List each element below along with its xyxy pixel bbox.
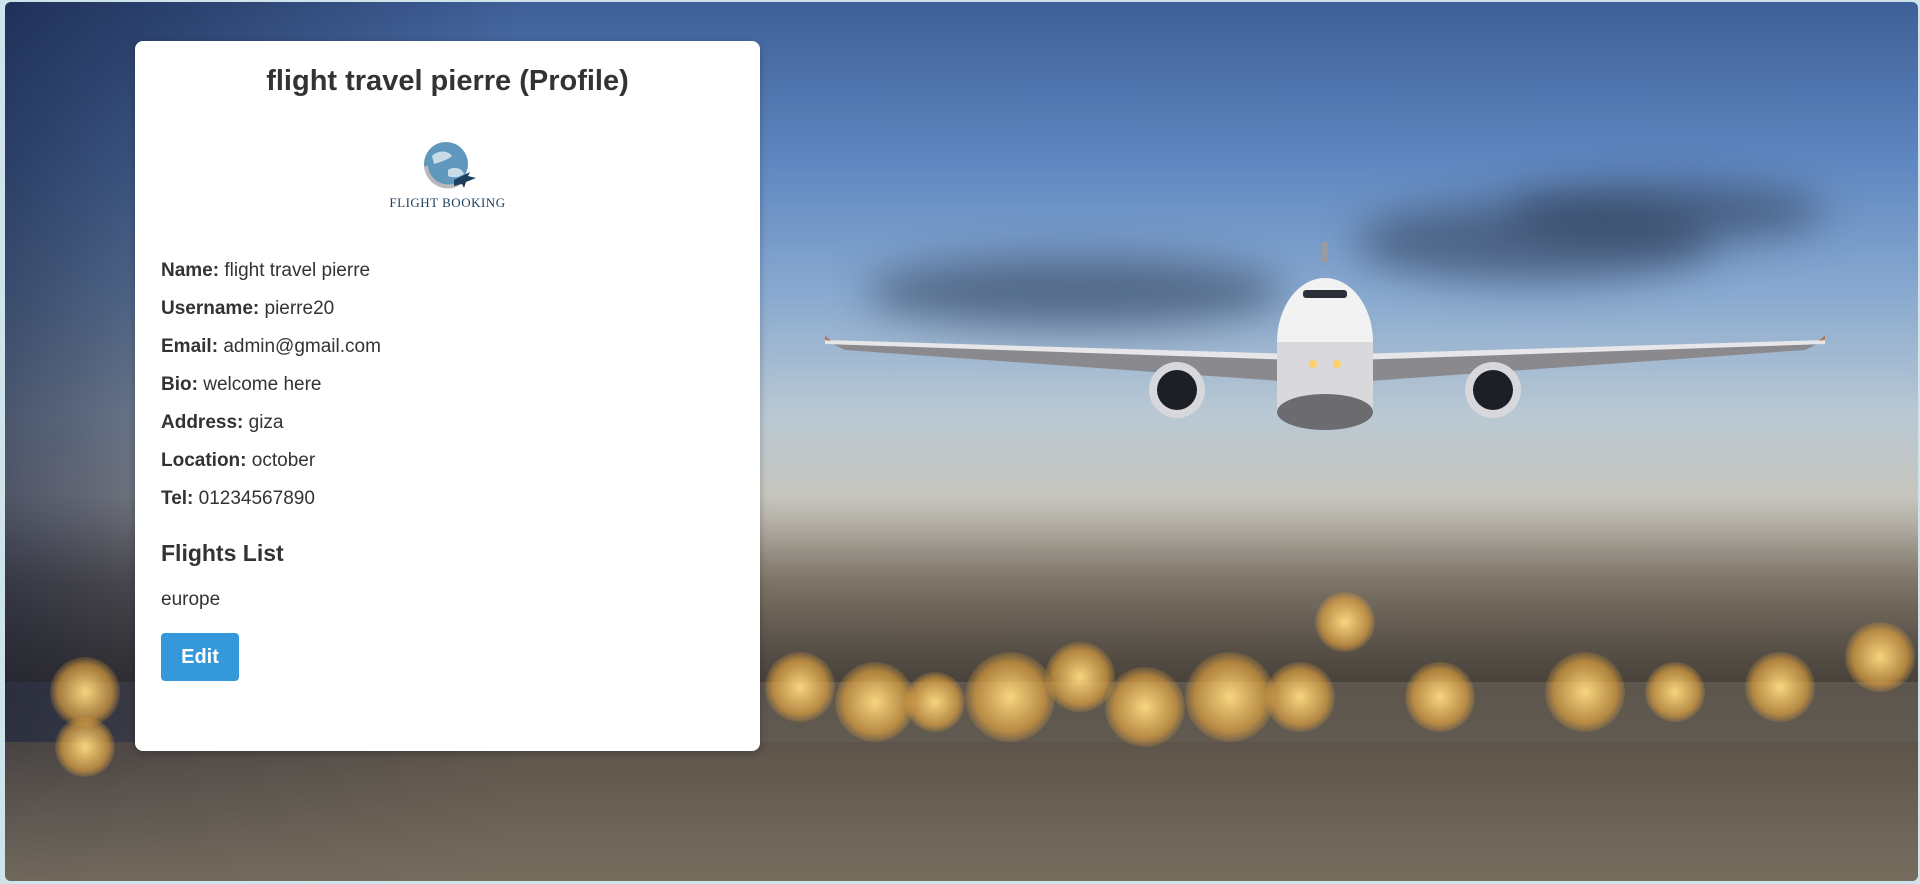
flight-booking-logo: FLIGHT BOOKING [161, 136, 734, 222]
info-row-address: Address: giza [161, 412, 734, 450]
field-value: flight travel pierre [224, 260, 371, 281]
edit-button[interactable]: Edit [161, 633, 239, 681]
bokeh-light [1745, 652, 1815, 722]
bokeh-light [1315, 592, 1375, 652]
field-value: admin@gmail.com [223, 336, 381, 357]
page-title: flight travel pierre (Profile) [266, 65, 629, 97]
field-value: welcome here [203, 374, 322, 395]
bokeh-light [55, 717, 115, 777]
water-reflection [5, 742, 1918, 881]
logo-text: FLIGHT BOOKING [389, 195, 506, 210]
field-label: Name: [161, 260, 220, 281]
bokeh-light [1265, 662, 1335, 732]
bokeh-light [1645, 662, 1705, 722]
profile-card: flight travel pierre (Profile) FLIGHT BO… [135, 41, 760, 751]
info-row-email: Email: admin@gmail.com [161, 336, 734, 374]
field-value: giza [248, 412, 284, 433]
field-label: Username: [161, 298, 260, 319]
field-label: Email: [161, 336, 219, 357]
bokeh-light [765, 652, 835, 722]
globe-icon [423, 142, 476, 189]
info-row-bio: Bio: welcome here [161, 374, 734, 412]
background-photo: flight travel pierre (Profile) FLIGHT BO… [5, 2, 1918, 881]
airplane-photo [825, 242, 1825, 430]
flight-list-item: europe [161, 589, 221, 610]
bokeh-light [1185, 652, 1275, 742]
cloud [1505, 182, 1825, 242]
field-label: Address: [161, 412, 244, 433]
field-value: pierre20 [264, 298, 335, 319]
bokeh-light [905, 672, 965, 732]
bokeh-light [835, 662, 915, 742]
bokeh-light [1105, 667, 1185, 747]
info-row-name: Name: flight travel pierre [161, 260, 734, 298]
info-row-location: Location: october [161, 450, 734, 488]
field-label: Bio: [161, 374, 198, 395]
info-row-username: Username: pierre20 [161, 298, 734, 336]
field-label: Tel: [161, 488, 194, 509]
field-value: 01234567890 [198, 488, 315, 509]
info-row-tel: Tel: 01234567890 [161, 488, 734, 526]
bokeh-light [1845, 622, 1915, 692]
flights-list-heading: Flights List [161, 540, 284, 566]
bokeh-light [1545, 652, 1625, 732]
field-value: october [251, 450, 316, 471]
bokeh-light [965, 652, 1055, 742]
bokeh-light [1405, 662, 1475, 732]
field-label: Location: [161, 450, 247, 471]
profile-info: Name: flight travel pierre Username: pie… [161, 260, 734, 526]
